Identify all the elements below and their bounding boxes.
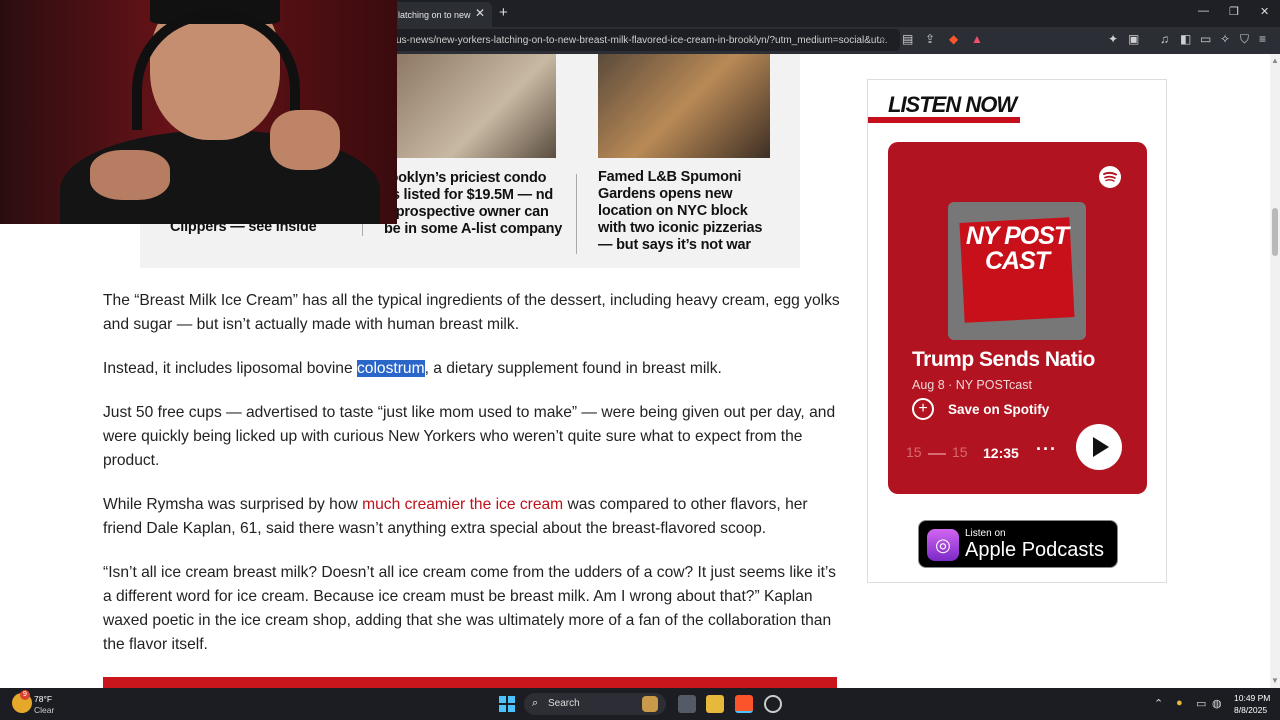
vpn-icon[interactable]: ⛉ (1240, 32, 1249, 47)
cover-title: NY POST CAST (965, 222, 1069, 275)
webcam-person-hand (270, 110, 340, 170)
tab-search-icon[interactable]: ▣ (1128, 32, 1139, 46)
related-image-pizzeria[interactable] (598, 54, 770, 158)
add-circle-icon[interactable]: + (912, 398, 934, 420)
skip-forward-icon[interactable]: 15 (952, 444, 968, 460)
zoom-icon[interactable]: ⌕ (879, 32, 886, 47)
article-link[interactable]: much creamier the ice cream (362, 496, 563, 513)
reader-icon[interactable]: ▤ (902, 32, 913, 46)
save-on-spotify-button[interactable]: Save on Spotify (948, 402, 1049, 417)
article-paragraph: While Rymsha was surprised by how much c… (103, 493, 843, 541)
paragraph-text: Instead, it includes liposomal bovine (103, 360, 357, 377)
menu-icon[interactable]: ≡ (1259, 32, 1266, 46)
media-icon[interactable]: ♫ (1160, 32, 1169, 46)
window-close-icon[interactable]: ✕ (1260, 5, 1269, 18)
weather-condition[interactable]: Clear (34, 705, 54, 715)
tab-title: latching on to new (398, 10, 471, 20)
scroll-down-icon[interactable]: ▼ (1271, 676, 1279, 685)
webcam-person-hand (90, 150, 170, 200)
taskbar-search[interactable]: ⌕ Search (524, 693, 666, 715)
more-options-icon[interactable]: ··· (1036, 439, 1057, 460)
episode-title[interactable]: Trump Sends Natio (912, 348, 1122, 372)
selected-text: colostrum (356, 360, 425, 377)
address-bar[interactable]: us-news/new-yorkers-latching-on-to-new-b… (390, 29, 900, 51)
clock-date[interactable]: 8/8/2025 (1234, 705, 1267, 715)
search-highlight-icon (642, 696, 658, 712)
related-divider (576, 174, 577, 254)
related-story-3[interactable]: Famed L&B Spumoni Gardens opens new loca… (598, 169, 778, 254)
podcast-icon: ◎ (927, 529, 959, 561)
play-icon (1093, 437, 1109, 457)
skip-back-icon[interactable]: 15 (906, 444, 922, 460)
title-underline (868, 117, 1020, 123)
app-icon[interactable] (764, 695, 782, 713)
display-icon[interactable]: ▭ (1196, 697, 1206, 710)
paragraph-text: While Rymsha was surprised by how (103, 496, 363, 513)
podcast-cover-art[interactable]: NY POST CAST (948, 202, 1086, 340)
leo-icon[interactable]: ✧ (1220, 32, 1230, 46)
article-paragraph: “Isn’t all ice cream breast milk? Doesn’… (103, 564, 836, 653)
apple-badge-small: Listen on (965, 528, 1006, 539)
paragraph-text: , a dietary supplement found in breast m… (424, 360, 722, 377)
related-story-2[interactable]: rooklyn’s priciest condo as listed for $… (384, 170, 564, 238)
weather-temperature[interactable]: 78°F (34, 694, 52, 704)
brave-rewards-icon[interactable]: ▲ (971, 32, 983, 46)
related-image-condo[interactable] (390, 54, 556, 158)
article-paragraph: The “Breast Milk Ice Cream” has all the … (103, 292, 840, 333)
spotify-embed[interactable]: NY POST CAST Trump Sends Natio Aug 8 · N… (888, 142, 1147, 494)
weather-badge: 9 (20, 690, 30, 700)
webcam-overlay (0, 0, 397, 224)
progress-bar[interactable] (928, 453, 946, 455)
windows-start-icon[interactable] (499, 696, 515, 712)
article-image (103, 677, 837, 688)
file-explorer-icon[interactable] (706, 695, 724, 713)
minimize-icon[interactable]: — (1198, 5, 1209, 17)
episode-meta: Aug 8 · NY POSTcast (912, 378, 1032, 392)
extensions-icon[interactable]: ✦ (1108, 32, 1118, 46)
microphone-icon[interactable]: ● (1176, 697, 1183, 709)
tray-overflow-icon[interactable]: ⌃ (1154, 697, 1163, 710)
sidebar-icon[interactable]: ◧ (1180, 32, 1191, 46)
listen-now-widget: LISTEN NOW NY POST CAST Trump Sends Nati… (867, 79, 1167, 583)
wallet-icon[interactable]: ▭ (1200, 32, 1211, 46)
scroll-up-icon[interactable]: ▲ (1271, 56, 1279, 65)
share-icon[interactable]: ⇪ (925, 32, 935, 46)
brave-browser-icon[interactable] (735, 695, 753, 713)
scroll-thumb[interactable] (1272, 208, 1278, 256)
taskbar: 9 78°F Clear ⌕ Search ⌃ ● ▭ ◍ 10:49 PM 8… (0, 688, 1280, 720)
apple-podcasts-badge[interactable]: ◎ Listen on Apple Podcasts (918, 520, 1118, 568)
article-paragraph: Instead, it includes liposomal bovine co… (103, 357, 843, 381)
new-tab-icon[interactable]: + (499, 4, 508, 21)
restore-icon[interactable]: ❐ (1229, 5, 1239, 18)
brave-shield-icon[interactable]: ◆ (949, 32, 958, 46)
network-icon[interactable]: ◍ (1212, 697, 1222, 710)
search-icon: ⌕ (532, 697, 539, 709)
clock-time[interactable]: 10:49 PM (1234, 693, 1270, 703)
apple-badge-big: Apple Podcasts (965, 539, 1104, 561)
search-placeholder: Search (548, 698, 580, 709)
episode-duration: 12:35 (983, 445, 1019, 461)
task-view-icon[interactable] (678, 695, 696, 713)
page-scrollbar[interactable]: ▲ ▼ (1270, 54, 1280, 688)
play-button[interactable] (1076, 424, 1122, 470)
spotify-icon[interactable] (1099, 166, 1121, 188)
listen-now-title: LISTEN NOW (888, 92, 1017, 117)
article-paragraph: Just 50 free cups — advertised to taste … (103, 404, 836, 469)
tab-close-icon[interactable]: ✕ (475, 6, 485, 20)
